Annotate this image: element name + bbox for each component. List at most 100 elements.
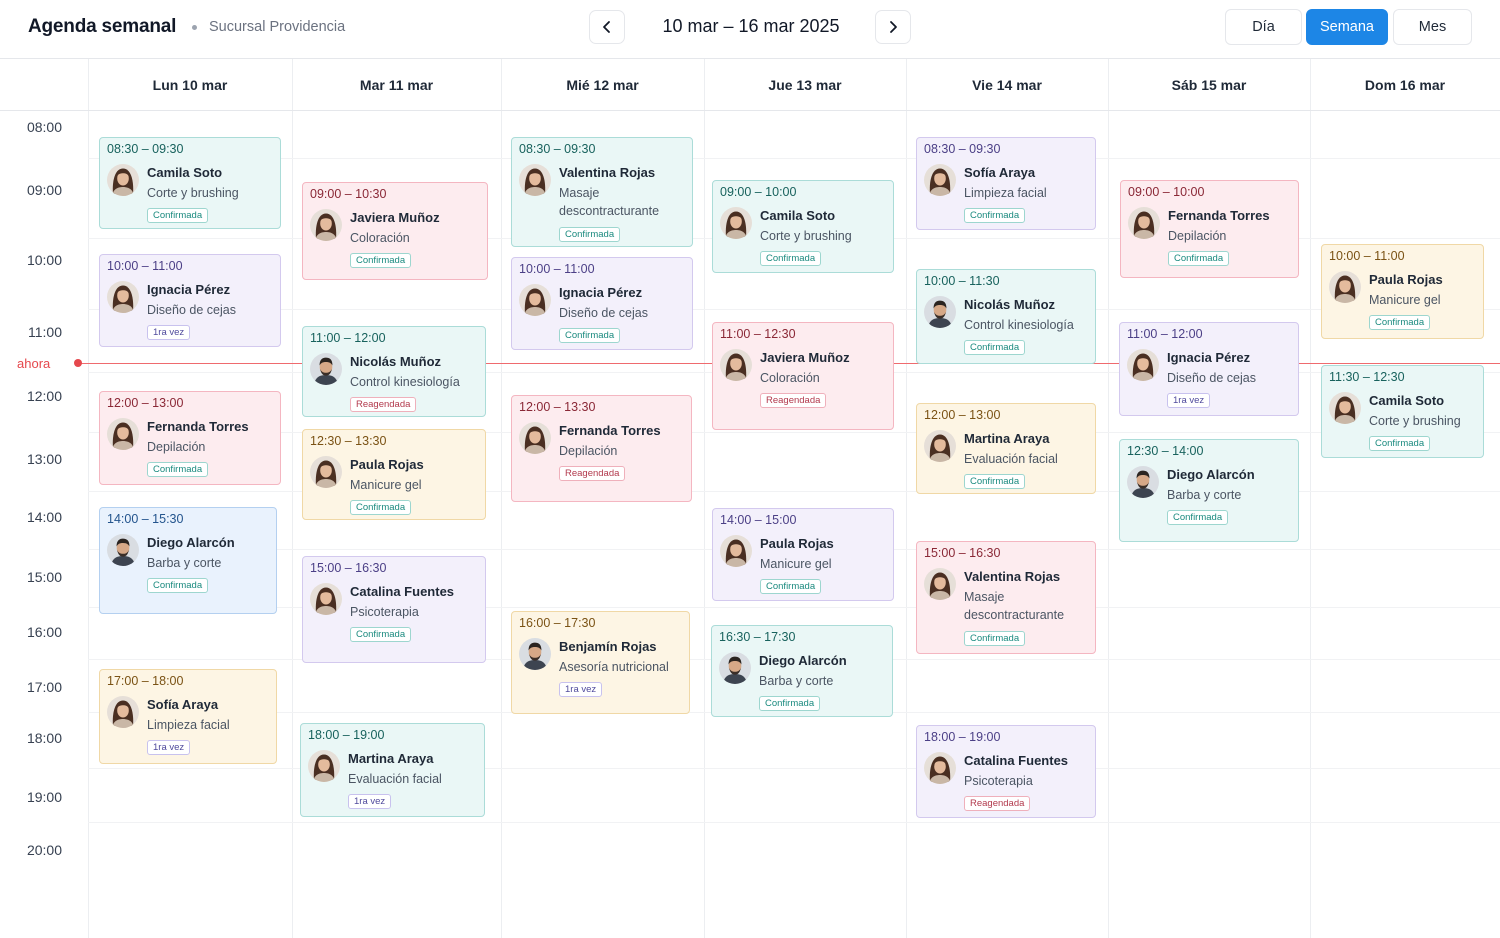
view-day-button[interactable]: Día (1225, 9, 1302, 45)
client-avatar (1127, 349, 1159, 381)
appointment-card[interactable]: 15:00 – 16:30 Valentina Rojas Masaje desco… (916, 541, 1096, 654)
appointment-card[interactable]: 10:00 – 11:00 Paula Rojas Manicure gel Conf… (1321, 244, 1484, 339)
appointment-time: 15:00 – 16:30 (310, 561, 387, 575)
client-avatar (310, 353, 342, 385)
client-name: Javiera Muñoz (350, 210, 440, 225)
service-name: Control kinesiología (964, 318, 1074, 332)
appointment-time: 11:00 – 12:00 (310, 331, 386, 345)
client-avatar (308, 750, 340, 782)
status-badge: Reagendada (964, 796, 1031, 811)
view-week-button[interactable]: Semana (1306, 9, 1388, 45)
appointment-time: 12:30 – 14:00 (1127, 444, 1204, 458)
previous-week-button[interactable] (589, 10, 625, 44)
appointment-card[interactable]: 11:00 – 12:00 Nicolás Muñoz Control kinesi… (302, 326, 486, 417)
client-name: Nicolás Muñoz (350, 354, 442, 369)
service-name: Depilación (147, 440, 206, 454)
service-name: Corte y brushing (760, 229, 852, 243)
appointment-card[interactable]: 11:00 – 12:00 Ignacia Pérez Diseño de ceja… (1119, 322, 1299, 416)
service-name: Limpieza facial (147, 718, 230, 732)
client-name: Martina Araya (964, 431, 1050, 446)
chevron-right-icon (890, 21, 897, 33)
appointment-card[interactable]: 09:00 – 10:30 Javiera Muñoz Coloración Conf… (302, 182, 488, 280)
appointment-card[interactable]: 11:00 – 12:30 Javiera Muñoz Coloración Reag… (712, 322, 894, 430)
status-badge: Confirmada (350, 253, 412, 268)
client-avatar (310, 583, 342, 615)
appointment-card[interactable]: 12:00 – 13:30 Fernanda Torres Depilación Re… (511, 395, 692, 502)
client-name: Paula Rojas (350, 457, 424, 472)
day-header[interactable]: Lun 10 mar (88, 59, 292, 111)
appointment-card[interactable]: 12:30 – 13:30 Paula Rojas Manicure gel Conf… (302, 429, 486, 520)
appointment-card[interactable]: 10:00 – 11:30 Nicolás Muñoz Control kinesi… (916, 269, 1096, 364)
day-header[interactable]: Sáb 15 mar (1108, 59, 1310, 111)
client-name: Valentina Rojas (559, 165, 656, 180)
client-avatar (310, 209, 342, 241)
next-week-button[interactable] (875, 10, 911, 44)
status-badge: Confirmada (1168, 251, 1230, 266)
appointment-card[interactable]: 12:30 – 14:00 Diego Alarcón Barba y corte C… (1119, 439, 1299, 542)
branch-separator-dot (192, 25, 197, 30)
appointment-card[interactable]: 10:00 – 11:00 Ignacia Pérez Diseño de ceja… (511, 257, 693, 350)
client-avatar (720, 349, 752, 381)
appointment-card[interactable]: 09:00 – 10:00 Fernanda Torres Depilación Co… (1120, 180, 1299, 278)
appointment-time: 10:00 – 11:00 (1329, 249, 1405, 263)
appointment-card[interactable]: 08:30 – 09:30 Valentina Rojas Masaje desco… (511, 137, 693, 247)
appointment-card[interactable]: 16:30 – 17:30 Diego Alarcón Barba y corte C… (711, 625, 893, 717)
appointment-card[interactable]: 18:00 – 19:00 Catalina Fuentes Psicoterapi… (916, 725, 1096, 818)
status-badge: Confirmada (964, 208, 1026, 223)
service-name: Depilación (559, 444, 618, 458)
appointment-time: 18:00 – 19:00 (924, 730, 1001, 744)
appointment-card[interactable]: 10:00 – 11:00 Ignacia Pérez Diseño de ceja… (99, 254, 281, 347)
status-badge: Confirmada (350, 627, 412, 642)
service-name: Corte y brushing (1369, 414, 1461, 428)
service-name: Psicoterapia (350, 605, 419, 619)
day-header[interactable]: Dom 16 mar (1310, 59, 1500, 111)
time-label: 08:00 (26, 119, 62, 135)
status-badge: 1ra vez (147, 740, 191, 755)
service-name: Diseño de cejas (1167, 371, 1256, 385)
day-header[interactable]: Mié 12 mar (501, 59, 704, 111)
time-label: 18:00 (26, 730, 62, 746)
chevron-left-icon (603, 21, 610, 33)
appointment-card[interactable]: 16:00 – 17:30 Benjamín Rojas Asesoría nutr… (511, 611, 690, 714)
appointment-card[interactable]: 08:30 – 09:30 Camila Soto Corte y brushing… (99, 137, 281, 229)
column-divider (704, 59, 705, 938)
appointment-card[interactable]: 12:00 – 13:00 Martina Araya Evaluación fac… (916, 403, 1096, 494)
top-bar: Agenda semanal Sucursal Providencia 10 m… (0, 0, 1500, 59)
client-name: Camila Soto (147, 165, 223, 180)
appointment-card[interactable]: 18:00 – 19:00 Martina Araya Evaluación fac… (300, 723, 485, 817)
time-label: 12:00 (26, 388, 62, 404)
client-name: Catalina Fuentes (964, 753, 1069, 768)
view-month-button[interactable]: Mes (1393, 9, 1472, 45)
client-avatar (519, 164, 551, 196)
day-header[interactable]: Jue 13 mar (704, 59, 906, 111)
column-divider (906, 59, 907, 938)
appointment-time: 09:00 – 10:30 (310, 187, 387, 201)
appointment-card[interactable]: 12:00 – 13:00 Fernanda Torres Depilación Co… (99, 391, 281, 485)
appointment-time: 12:00 – 13:00 (107, 396, 184, 410)
appointment-time: 08:30 – 09:30 (107, 142, 184, 156)
status-badge: Confirmada (964, 631, 1026, 646)
client-name: Sofía Araya (964, 165, 1036, 180)
status-badge: Reagendada (350, 397, 417, 412)
day-header[interactable]: Mar 11 mar (292, 59, 501, 111)
appointment-card[interactable]: 14:00 – 15:30 Diego Alarcón Barba y corte C… (99, 507, 277, 614)
client-avatar (107, 164, 139, 196)
day-header[interactable]: Vie 14 mar (906, 59, 1108, 111)
client-name: Sofía Araya (147, 697, 219, 712)
status-badge: Confirmada (147, 462, 209, 477)
page-title: Agenda semanal (28, 16, 177, 37)
client-name: Ignacia Pérez (147, 282, 231, 297)
appointment-card[interactable]: 11:30 – 12:30 Camila Soto Corte y brushing… (1321, 365, 1484, 458)
client-avatar (1128, 207, 1160, 239)
appointment-card[interactable]: 08:30 – 09:30 Sofía Araya Limpieza facial C… (916, 137, 1096, 230)
appointment-card[interactable]: 15:00 – 16:30 Catalina Fuentes Psicoterapi… (302, 556, 486, 663)
client-name: Catalina Fuentes (350, 584, 455, 599)
appointment-card[interactable]: 14:00 – 15:00 Paula Rojas Manicure gel Conf… (712, 508, 894, 601)
client-avatar (924, 752, 956, 784)
client-avatar (1127, 466, 1159, 498)
appointment-time: 09:00 – 10:00 (720, 185, 797, 199)
column-divider (88, 59, 89, 938)
appointment-card[interactable]: 09:00 – 10:00 Camila Soto Corte y brushing… (712, 180, 894, 273)
appointment-card[interactable]: 17:00 – 18:00 Sofía Araya Limpieza facial 1… (99, 669, 277, 764)
time-label: 15:00 (26, 569, 62, 585)
